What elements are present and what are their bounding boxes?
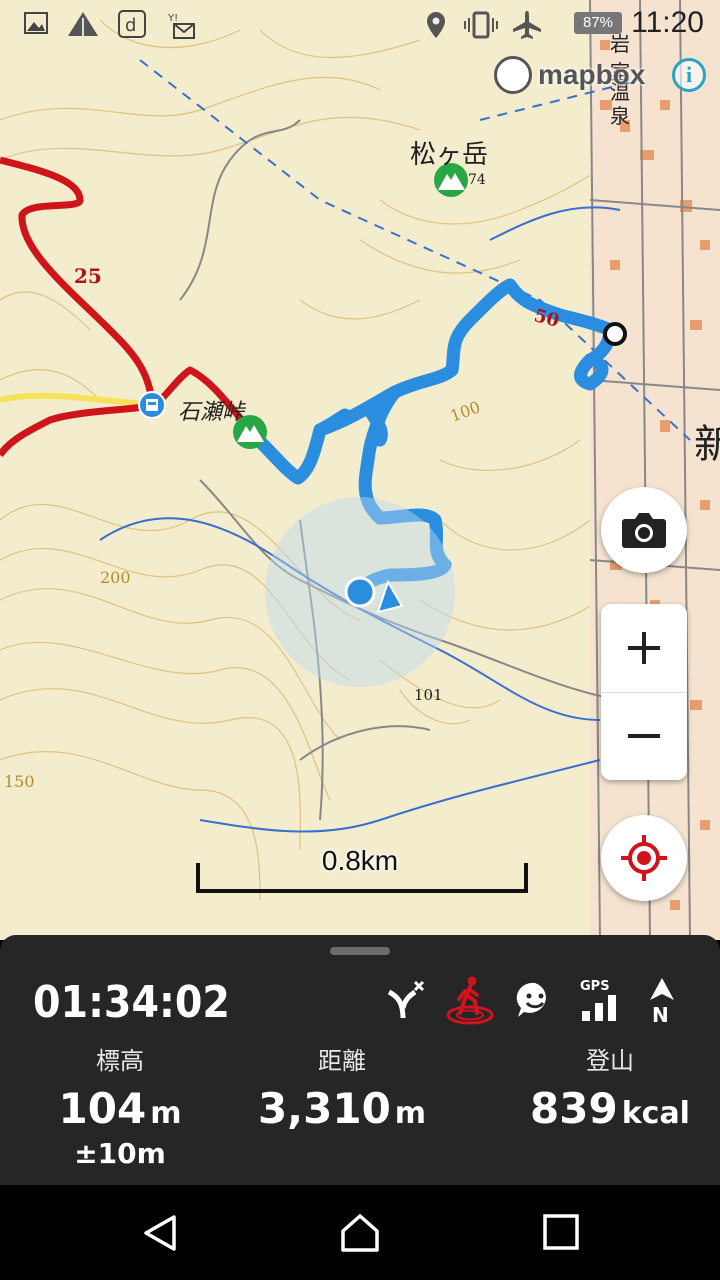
map-base-layer <box>0 0 720 940</box>
distance-value: 3,310 <box>257 1084 391 1133</box>
north-up-button[interactable]: N <box>637 975 687 1025</box>
recents-icon[interactable] <box>542 1213 582 1253</box>
distance-unit: m <box>394 1096 427 1131</box>
image-icon <box>24 12 48 34</box>
topo-map[interactable]: 松ヶ岳 74 石瀬峠 25 50 101 100 200 150 岩 室 温 泉… <box>0 0 720 940</box>
signal-triangle-icon <box>68 12 98 36</box>
elapsed-timer: 01:34:02 <box>33 977 230 1028</box>
map-scale-bar: 0.8km <box>196 845 528 893</box>
svg-text:d: d <box>125 15 136 36</box>
distance-stat: 距離 3,310 m <box>250 1041 434 1133</box>
minus-icon <box>628 734 660 738</box>
calories-label: 登山 <box>586 1047 634 1075</box>
mapbox-logo-icon <box>494 56 532 94</box>
locate-me-button[interactable] <box>601 815 687 901</box>
elevation-unit: m <box>150 1096 182 1131</box>
gps-status[interactable]: GPS <box>575 975 625 1025</box>
peak-label-matsugatake: 松ヶ岳 <box>410 140 489 170</box>
place-label-shin: 新 <box>694 422 720 468</box>
elevation-label-74: 74 <box>468 172 486 188</box>
gps-signal-icon: GPS <box>580 979 616 1021</box>
clock: 11:20 <box>631 6 704 39</box>
north-label: N <box>652 1003 669 1024</box>
info-button[interactable]: i <box>672 58 706 92</box>
yahoo-mail-icon: Y! <box>167 13 195 39</box>
zoom-in-button[interactable] <box>601 604 687 692</box>
face-chat-icon <box>516 982 546 1017</box>
tracking-panel: 01:34:02 GPS N 標高 104 m ±10m 距離 3,310 m … <box>0 935 720 1185</box>
calories-value: 839 <box>530 1084 618 1133</box>
place-label-sen: 泉 <box>610 104 630 128</box>
contour-label-150: 150 <box>4 772 35 791</box>
zoom-control <box>601 604 687 780</box>
hiker-mode-button[interactable] <box>445 975 495 1025</box>
route-off-button[interactable] <box>380 975 430 1025</box>
calories-stat: 登山 839 kcal <box>520 1041 700 1133</box>
plus-icon <box>628 632 660 664</box>
zoom-out-button[interactable] <box>601 692 687 780</box>
elevation-value: 104 <box>58 1084 147 1133</box>
vibrate-icon <box>464 11 498 39</box>
elevation-stat: 標高 104 m ±10m <box>30 1041 210 1170</box>
elevation-label: 標高 <box>96 1047 144 1075</box>
airplane-icon <box>513 11 541 39</box>
chat-button[interactable] <box>510 975 560 1025</box>
battery-indicator: 87% <box>574 12 622 34</box>
home-icon[interactable] <box>340 1213 380 1253</box>
hiker-icon <box>446 976 494 1025</box>
north-arrow-icon: N <box>650 978 674 1024</box>
camera-icon <box>622 513 666 548</box>
back-icon[interactable] <box>140 1213 180 1253</box>
pass-label-ishigami: 石瀬峠 <box>178 400 245 425</box>
calories-unit: kcal <box>621 1096 690 1131</box>
mapbox-wordmark: mapbox <box>538 59 646 90</box>
mapbox-attribution[interactable]: mapbox <box>494 56 645 94</box>
elevation-accuracy: ±10m <box>74 1137 166 1170</box>
location-pin-icon <box>427 12 445 38</box>
camera-button[interactable] <box>601 487 687 573</box>
svg-text:Y!: Y! <box>167 13 178 24</box>
status-bar: d Y! 87% 11:20 <box>0 0 720 50</box>
gps-label: GPS <box>580 979 610 994</box>
elevation-label-101: 101 <box>414 686 443 704</box>
contour-label-200: 200 <box>100 568 131 587</box>
system-nav-bar <box>0 1185 720 1280</box>
drag-handle[interactable] <box>330 947 390 955</box>
distance-label: 距離 <box>318 1047 366 1075</box>
scale-line <box>196 863 528 893</box>
docomo-d-icon: d <box>118 10 146 38</box>
crosshair-icon <box>621 835 667 881</box>
route-off-icon <box>387 980 425 1019</box>
route-number-25: 25 <box>74 264 102 288</box>
